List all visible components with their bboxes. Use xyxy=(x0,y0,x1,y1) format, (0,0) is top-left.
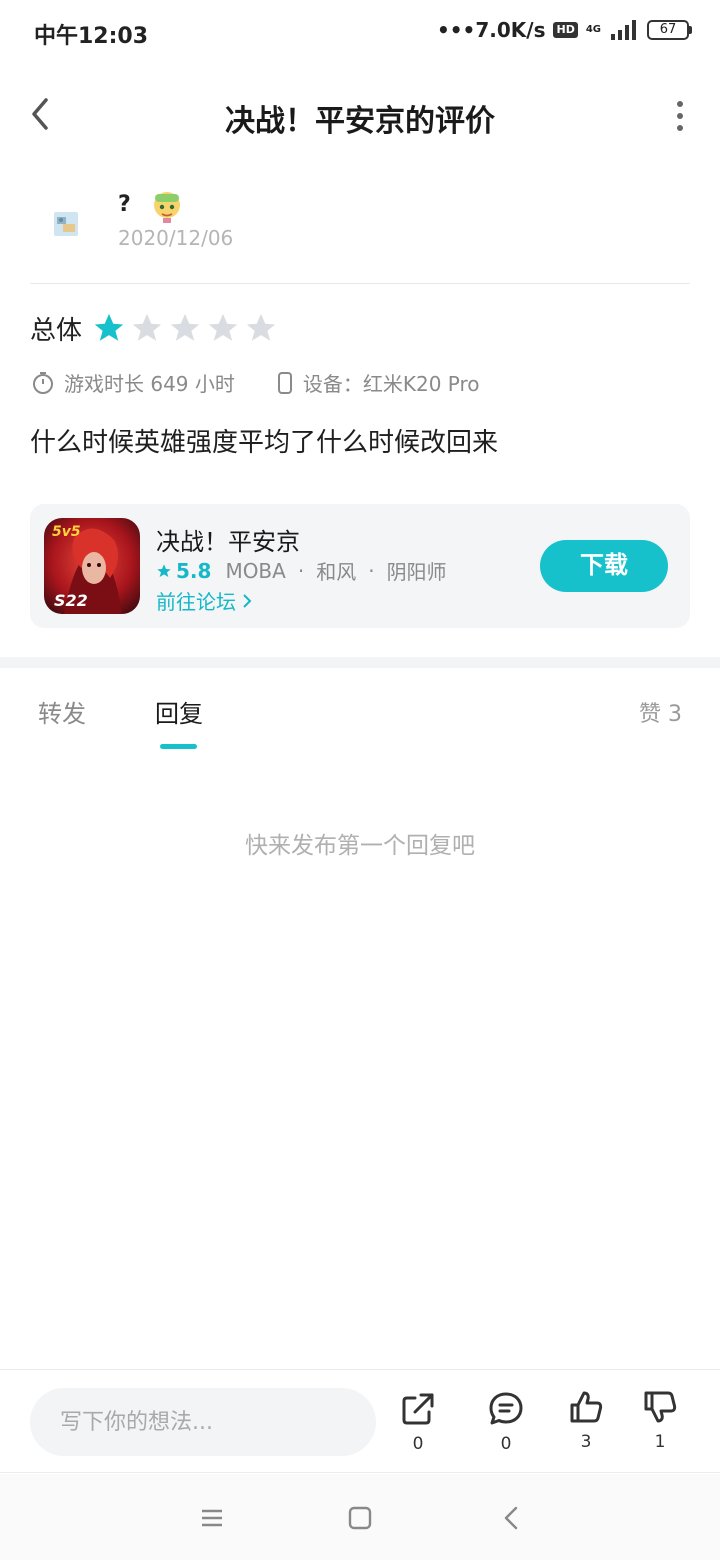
review-meta: 游戏时长 649 小时 设备：红米K20 Pro xyxy=(32,368,522,397)
battery-icon: 67 xyxy=(647,20,692,40)
signal-icon xyxy=(611,20,636,40)
chevron-right-icon xyxy=(243,593,252,608)
star-empty-icon xyxy=(132,313,162,341)
network-type-label: 4G xyxy=(585,24,601,35)
user-badge-icon xyxy=(154,192,180,223)
star-small-icon xyxy=(157,563,171,577)
star-filled-icon xyxy=(94,313,124,341)
game-tag: 和风 xyxy=(316,560,357,584)
play-time-text: 游戏时长 649 小时 xyxy=(64,372,235,396)
like-button[interactable]: 3 xyxy=(556,1388,616,1452)
header: 决战！平安京的评价 xyxy=(0,80,720,150)
network-speed: •••7.0K/s xyxy=(436,18,546,42)
more-options-icon[interactable] xyxy=(672,98,688,134)
share-count: 0 xyxy=(412,1434,424,1454)
status-bar: 中午12:03 •••7.0K/s HD 4G 67 xyxy=(0,0,720,64)
game-icon-top-text: 5v5 xyxy=(52,524,81,540)
star-empty-icon xyxy=(246,313,276,341)
menu-icon[interactable] xyxy=(198,1504,226,1532)
download-button[interactable]: 下载 xyxy=(540,540,668,592)
user-name[interactable]: ? xyxy=(118,192,131,217)
dislike-button[interactable]: 1 xyxy=(630,1388,690,1452)
tabs-row: 转发 回复 赞 3 xyxy=(0,668,720,758)
system-nav-bar xyxy=(0,1474,720,1560)
status-time: 中午12:03 xyxy=(34,24,149,49)
nav-back-icon[interactable] xyxy=(498,1504,526,1532)
home-icon[interactable] xyxy=(346,1504,374,1532)
game-name: 决战！平安京 xyxy=(156,528,300,556)
thumbs-up-icon xyxy=(570,1391,603,1423)
tab-forward[interactable]: 转发 xyxy=(38,694,86,729)
comment-button[interactable]: 0 xyxy=(476,1390,536,1454)
forum-link[interactable]: 前往论坛 xyxy=(156,586,252,615)
game-tag: MOBA xyxy=(225,558,286,583)
game-card[interactable]: 5v5 S22 决战！平安京 5.8 MOBA · 和风 · 阴阳师 前往论坛 … xyxy=(30,504,690,628)
dislike-count: 1 xyxy=(654,1432,666,1452)
game-score: 5.8 xyxy=(176,558,212,583)
empty-replies-hint: 快来发布第一个回复吧 xyxy=(245,833,475,859)
star-empty-icon xyxy=(170,313,200,341)
status-indicators: •••7.0K/s HD 4G 67 xyxy=(437,18,692,42)
game-artwork-icon: 5v5 S22 xyxy=(44,518,140,614)
comment-count: 0 xyxy=(500,1434,512,1454)
likes-count[interactable]: 赞 3 xyxy=(639,696,682,728)
rating-stars xyxy=(92,311,278,345)
avatar-image-icon xyxy=(54,212,78,236)
share-button[interactable]: 0 xyxy=(388,1390,448,1454)
page-title: 决战！平安京的评价 xyxy=(225,104,495,139)
active-tab-indicator xyxy=(160,744,197,749)
section-divider xyxy=(0,657,720,668)
game-meta: 5.8 MOBA · 和风 · 阴阳师 xyxy=(156,556,447,585)
comment-icon xyxy=(489,1392,523,1425)
timer-icon xyxy=(33,371,53,394)
hd-badge: HD xyxy=(553,22,578,38)
device: 设备：红米K20 Pro xyxy=(277,368,480,397)
tab-reply[interactable]: 回复 xyxy=(155,694,203,729)
action-bar: 0 0 3 1 xyxy=(0,1369,720,1473)
device-text: 设备：红米K20 Pro xyxy=(302,372,480,396)
game-icon[interactable]: 5v5 S22 xyxy=(44,518,140,614)
network-type: 4G xyxy=(586,25,601,35)
forum-link-label: 前往论坛 xyxy=(156,590,236,614)
game-icon-bottom-text: S22 xyxy=(54,591,88,610)
review-content: 什么时候英雄强度平均了什么时候改回来 xyxy=(30,428,499,458)
review-date: 2020/12/06 xyxy=(118,226,234,250)
comment-input[interactable] xyxy=(30,1388,376,1456)
phone-icon xyxy=(277,371,292,394)
avatar[interactable] xyxy=(38,196,94,252)
reviewer-info: ? 2020/12/06 xyxy=(30,178,690,284)
star-empty-icon xyxy=(208,313,238,341)
like-count: 3 xyxy=(580,1432,592,1452)
play-time: 游戏时长 649 小时 xyxy=(32,368,235,397)
battery-level: 67 xyxy=(647,20,689,40)
rating-row: 总体 xyxy=(30,308,278,348)
share-icon xyxy=(402,1393,434,1425)
rating-label: 总体 xyxy=(30,315,83,346)
thumbs-down-icon xyxy=(644,1391,677,1423)
game-tag: 阴阳师 xyxy=(386,560,447,584)
